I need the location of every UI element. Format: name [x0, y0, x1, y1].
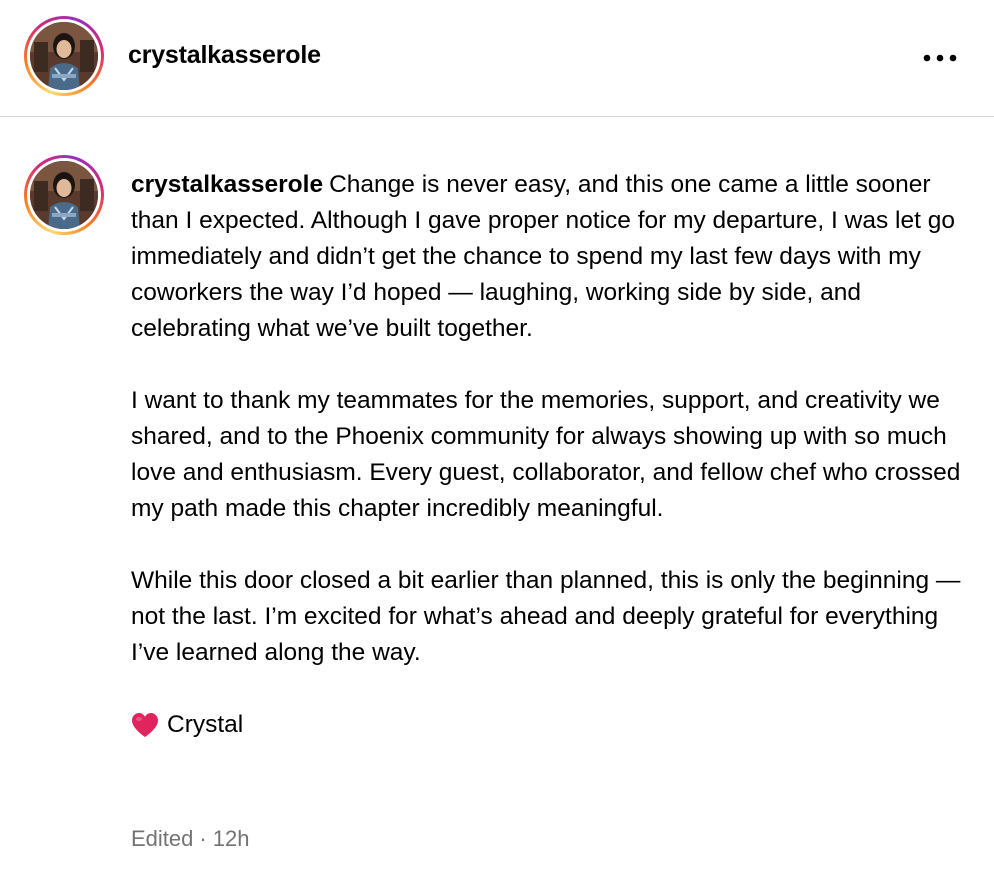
timestamp[interactable]: 12h	[213, 826, 250, 851]
avatar[interactable]	[30, 22, 98, 90]
header-username[interactable]: crystalkasserole	[128, 41, 321, 70]
post-header: crystalkasserole	[0, 0, 994, 117]
comment-story-ring[interactable]	[24, 155, 104, 235]
comment-paragraph: crystalkasserole Change is never easy, an…	[131, 167, 981, 347]
avatar-photo	[30, 161, 98, 229]
more-horizontal-icon	[923, 54, 957, 62]
comment-meta: Edited · 12h	[131, 826, 249, 852]
more-options-button[interactable]	[918, 40, 962, 76]
comment-text: crystalkasserole Change is never easy, an…	[131, 167, 981, 743]
comment-username[interactable]: crystalkasserole	[131, 171, 323, 198]
signature-name: Crystal	[167, 711, 244, 738]
story-ring[interactable]	[24, 16, 104, 96]
comment-avatar[interactable]	[30, 161, 98, 229]
comment-paragraph: While this door closed a bit earlier tha…	[131, 567, 961, 666]
red-heart-icon	[132, 713, 158, 737]
meta-separator: ·	[199, 826, 207, 851]
avatar-photo	[30, 22, 98, 90]
comment-paragraph: I want to thank my teammates for the mem…	[131, 387, 961, 522]
signature: Crystal	[131, 707, 981, 743]
edited-label: Edited	[131, 826, 194, 851]
post-comment-view: crystalkasserole crystalkasserole Change…	[0, 0, 994, 874]
